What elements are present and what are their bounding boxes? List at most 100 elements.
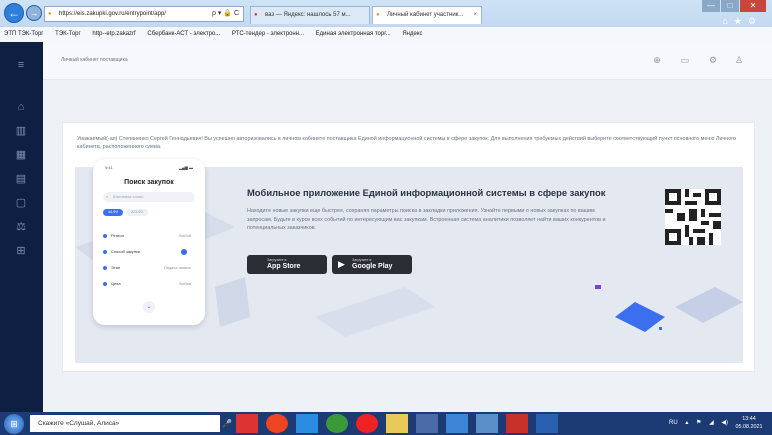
- app-store-button[interactable]: Загрузите в App Store: [247, 255, 327, 274]
- gavel-icon[interactable]: ⚖: [12, 218, 30, 236]
- browser-chrome: ← → ● https://eis.zakupki.gov.ru/entrypo…: [0, 0, 772, 42]
- yandex-icon[interactable]: [356, 414, 378, 433]
- flag-icon[interactable]: ⚑: [696, 420, 701, 426]
- method-icon: [103, 249, 107, 254]
- address-controls[interactable]: ρ ▾ 🔒 C: [212, 6, 239, 22]
- page-content: ≡ ⌂ ▥ ▦ ▤ ▢ ⚖ ⊞ Личный кабинет поставщик…: [0, 42, 772, 412]
- microphone-icon[interactable]: 🎤: [222, 415, 232, 432]
- breadcrumb[interactable]: Личный кабинет поставщика: [61, 57, 128, 63]
- row-label: Регион: [111, 233, 124, 238]
- document-icon[interactable]: ▤: [12, 170, 30, 188]
- method-badge: [181, 249, 187, 255]
- app-icon[interactable]: [446, 414, 468, 433]
- banner-title: Мобильное приложение Единой информационн…: [247, 187, 606, 198]
- tab-yandex[interactable]: ● ваз — Яндекс: нашлось 57 м...: [250, 6, 370, 24]
- clock-time: 13:44: [742, 416, 756, 422]
- phone-title: Поиск закупок: [124, 179, 174, 186]
- row-label: Цена: [111, 281, 121, 286]
- google-play-button[interactable]: ▶ Загрузите в Google Play: [332, 255, 412, 274]
- site-icon: ●: [48, 11, 52, 17]
- file-explorer-icon[interactable]: [386, 414, 408, 433]
- home-icon[interactable]: ⌂: [12, 98, 30, 116]
- word-icon[interactable]: [536, 414, 558, 433]
- network-icon[interactable]: ◢: [709, 420, 714, 426]
- start-button[interactable]: ⊞: [4, 414, 24, 434]
- tab-close-icon[interactable]: ×: [473, 7, 477, 24]
- close-window-button[interactable]: ✕: [740, 0, 766, 12]
- welcome-text: Уважаемый(-ая) Степаненко Сергей Геннадь…: [77, 136, 737, 150]
- pdf-reader-icon[interactable]: [506, 414, 528, 433]
- taskbar: ⊞ Скажите «Слушай, Алиса» 🎤 RU ▴ ⚑ ◢ ◀) …: [0, 412, 772, 435]
- volume-icon[interactable]: ◀): [721, 420, 728, 426]
- messages-icon[interactable]: ▭: [679, 54, 691, 66]
- add-icon[interactable]: ⊕: [651, 54, 663, 66]
- directory-icon[interactable]: ⊞: [12, 242, 30, 260]
- phone-row-price: Цена Любая: [103, 279, 195, 289]
- bookmarks-bar: ЭТП ТЭК-Торг ТЭК-Торг http--etp.zakazrf …: [0, 26, 772, 42]
- top-bar: Личный кабинет поставщика ⊕ ▭ ⚙ ♙: [43, 42, 772, 80]
- menu-icon[interactable]: ≡: [12, 56, 30, 74]
- app-icon[interactable]: [236, 414, 258, 433]
- qr-code: [665, 189, 721, 245]
- store-big-label: Google Play: [352, 263, 393, 270]
- favorites-star-icon[interactable]: ★: [734, 16, 748, 26]
- tab-label: ваз — Яндекс: нашлось 57 м...: [265, 12, 351, 18]
- tab-cabinet[interactable]: ● Личный кабинет участник... ×: [372, 6, 482, 24]
- welcome-card: Уважаемый(-ая) Степаненко Сергей Геннадь…: [62, 122, 755, 372]
- sidebar: ≡ ⌂ ▥ ▦ ▤ ▢ ⚖ ⊞: [0, 42, 43, 412]
- chat-icon[interactable]: ▢: [12, 194, 30, 212]
- store-small-label: Загрузите в: [267, 258, 287, 262]
- taskbar-apps: [236, 414, 558, 434]
- row-value: Подача заявок: [163, 265, 191, 270]
- minimize-button[interactable]: —: [702, 0, 720, 12]
- tab-label: Личный кабинет участник...: [387, 12, 464, 18]
- navigation-row: ← → ● https://eis.zakupki.gov.ru/entrypo…: [0, 2, 772, 26]
- tray-arrow-icon[interactable]: ▴: [685, 420, 688, 426]
- home-icon[interactable]: ⌂: [722, 16, 733, 26]
- grid-icon[interactable]: ▦: [12, 146, 30, 164]
- language-indicator[interactable]: RU: [669, 420, 678, 426]
- bookmark-item[interactable]: Сбербанк-АСТ - электро...: [147, 31, 220, 37]
- row-value: Любой: [178, 233, 191, 238]
- tab-favicon-icon: ●: [254, 12, 258, 18]
- region-icon: [103, 233, 107, 238]
- app-icon[interactable]: [416, 414, 438, 433]
- bookmark-item[interactable]: Яндекс: [402, 31, 422, 37]
- clock-date: 05.08.2021: [735, 424, 763, 430]
- search-icon: ⌕: [106, 194, 109, 199]
- phone-row-method: Способ закупки: [103, 247, 195, 257]
- price-icon: [103, 281, 107, 286]
- settings-gear-icon[interactable]: ⚙: [748, 16, 762, 26]
- bookmark-item[interactable]: http--etp.zakazrf: [92, 31, 135, 37]
- chrome-icon[interactable]: [326, 414, 348, 433]
- bank-icon[interactable]: ▥: [12, 122, 30, 140]
- forward-button[interactable]: →: [26, 5, 42, 21]
- phone-row-region: Регион Любой: [103, 231, 195, 241]
- store-big-label: App Store: [267, 263, 301, 270]
- row-label: Этап: [111, 265, 121, 270]
- clock[interactable]: 13:44 05.08.2021: [732, 415, 766, 431]
- row-label: Способ закупки: [111, 249, 140, 254]
- phone-filter-chips: 44-ФЗ 223-ФЗ: [103, 209, 151, 216]
- internet-explorer-icon[interactable]: [296, 414, 318, 433]
- google-play-icon: ▶: [338, 259, 345, 269]
- bookmark-item[interactable]: РТС-тендер - электронн...: [232, 31, 304, 37]
- bookmark-item[interactable]: Единая электронная торг...: [316, 31, 391, 37]
- app-icon[interactable]: [476, 414, 498, 433]
- chip-223fz: 223-ФЗ: [126, 209, 149, 216]
- taskbar-search-input[interactable]: Скажите «Слушай, Алиса» 🎤: [30, 415, 232, 432]
- taskbar-search-text: Скажите «Слушай, Алиса»: [38, 420, 120, 427]
- maximize-button[interactable]: □: [721, 0, 739, 12]
- phone-search-input: ⌕ Ключевое слово: [103, 192, 195, 202]
- banner-description: Находите новые закупки еще быстрее, сохр…: [247, 208, 606, 231]
- bookmark-item[interactable]: ЭТП ТЭК-Торг: [4, 31, 44, 37]
- mobile-app-banner: 9:41 ▂▄▆ ▬ Поиск закупок ⌕ Ключевое слов…: [75, 159, 743, 363]
- phone-search-fab-icon: ⌄: [143, 301, 155, 313]
- chip-44fz: 44-ФЗ: [103, 209, 124, 216]
- settings-icon[interactable]: ⚙: [707, 54, 719, 66]
- back-button[interactable]: ←: [4, 3, 24, 23]
- opera-icon[interactable]: [266, 414, 288, 433]
- phone-search-placeholder: Ключевое слово: [113, 194, 144, 199]
- user-icon[interactable]: ♙: [733, 54, 745, 66]
- bookmark-item[interactable]: ТЭК-Торг: [55, 31, 81, 37]
